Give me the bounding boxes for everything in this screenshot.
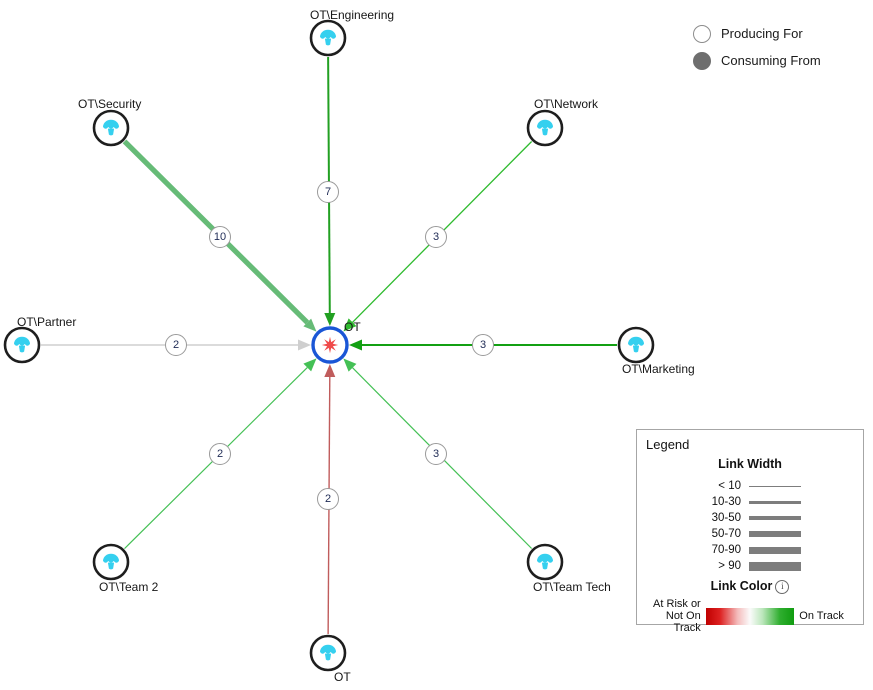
link-width-row: 10-30 xyxy=(637,494,863,510)
link-width-row: 70-90 xyxy=(637,542,863,558)
link-color-title-text: Link Color xyxy=(710,579,773,593)
graph-node-network[interactable] xyxy=(526,109,564,147)
link-color-right-label: On Track xyxy=(799,610,844,622)
direction-legend-label-producing: Producing For xyxy=(721,26,803,41)
node-label-teamtech: OT\Team Tech xyxy=(533,580,611,594)
diagram-canvas: OT\Engineering OT\Security OT\Network OT\Pa… xyxy=(0,0,873,690)
legend-title: Legend xyxy=(646,437,690,452)
link-width-title: Link Width xyxy=(718,457,782,471)
edge-value-badge[interactable]: 3 xyxy=(425,443,447,465)
link-width-sample xyxy=(749,561,801,571)
node-label-ot_bottom: OT xyxy=(334,670,351,684)
edge-arrowhead xyxy=(298,339,311,351)
edge-value-badge[interactable]: 2 xyxy=(165,334,187,356)
node-label-security: OT\Security xyxy=(78,97,142,111)
link-width-sample xyxy=(749,516,801,520)
link-width-label: 30-50 xyxy=(711,512,741,524)
direction-legend-item-producing[interactable]: Producing For xyxy=(693,20,868,47)
node-label-network: OT\Network xyxy=(534,97,599,111)
link-width-label: 10-30 xyxy=(711,496,741,508)
consuming-circle-icon xyxy=(693,51,711,70)
link-color-left-label-line1: At Risk or xyxy=(653,598,701,610)
edge-value-badge[interactable]: 7 xyxy=(317,181,339,203)
edge-value-badge[interactable]: 2 xyxy=(317,488,339,510)
link-width-label: 70-90 xyxy=(711,544,741,556)
link-width-label: < 10 xyxy=(718,480,741,492)
edge-arrowhead xyxy=(349,339,362,351)
direction-legend: Producing For Consuming From xyxy=(693,20,868,74)
link-color-left-label-line2: Not On Track xyxy=(665,610,701,634)
producing-circle-icon xyxy=(693,24,711,43)
direction-legend-label-consuming: Consuming From xyxy=(721,53,821,68)
graph-node-ot_bottom[interactable] xyxy=(309,634,347,672)
asterisk-icon xyxy=(321,336,339,354)
link-width-rows: < 10 10-30 30-50 50-70 70-90 > 90 xyxy=(637,478,863,574)
graph-node-team2[interactable] xyxy=(92,543,130,581)
edge-arrowhead xyxy=(324,364,336,378)
link-width-sample xyxy=(749,531,801,537)
node-label-team2: OT\Team 2 xyxy=(99,580,159,594)
node-label-center: OT xyxy=(344,320,361,334)
link-color-gradient-bar xyxy=(705,607,795,625)
graph-node-marketing[interactable] xyxy=(617,326,655,364)
edge-arrowhead xyxy=(324,312,336,326)
link-width-row: < 10 xyxy=(637,478,863,494)
link-width-sample xyxy=(749,546,801,554)
link-width-sample xyxy=(749,500,801,504)
node-label-engineering: OT\Engineering xyxy=(310,8,395,22)
graph-node-partner[interactable] xyxy=(3,326,41,364)
link-color-scale: At Risk or Not On Track On Track xyxy=(637,598,863,634)
link-width-sample xyxy=(749,485,801,487)
link-width-label: 50-70 xyxy=(711,528,741,540)
edge-value-badge[interactable]: 2 xyxy=(209,443,231,465)
graph-node-teamtech[interactable] xyxy=(526,543,564,581)
graph-node-center[interactable] xyxy=(311,326,349,364)
graph-node-engineering[interactable] xyxy=(309,19,347,57)
link-width-row: 30-50 xyxy=(637,510,863,526)
direction-legend-item-consuming[interactable]: Consuming From xyxy=(693,47,868,74)
node-label-partner: OT\Partner xyxy=(17,315,77,329)
legend-panel: Legend Link Width < 10 10-30 30-50 50-70 70-… xyxy=(636,429,864,634)
node-label-marketing: OT\Marketing xyxy=(622,362,695,376)
link-width-row: > 90 xyxy=(637,558,863,574)
link-width-label: > 90 xyxy=(718,560,741,572)
graph-node-security[interactable] xyxy=(92,109,130,147)
info-icon[interactable]: i xyxy=(775,580,790,594)
link-color-left-label: At Risk or Not On Track xyxy=(637,598,701,634)
edge-value-badge[interactable]: 10 xyxy=(209,226,231,248)
edge-value-badge[interactable]: 3 xyxy=(472,334,494,356)
edge-value-badge[interactable]: 3 xyxy=(425,226,447,248)
link-width-row: 50-70 xyxy=(637,526,863,542)
link-color-title: Link Color i xyxy=(637,579,863,594)
